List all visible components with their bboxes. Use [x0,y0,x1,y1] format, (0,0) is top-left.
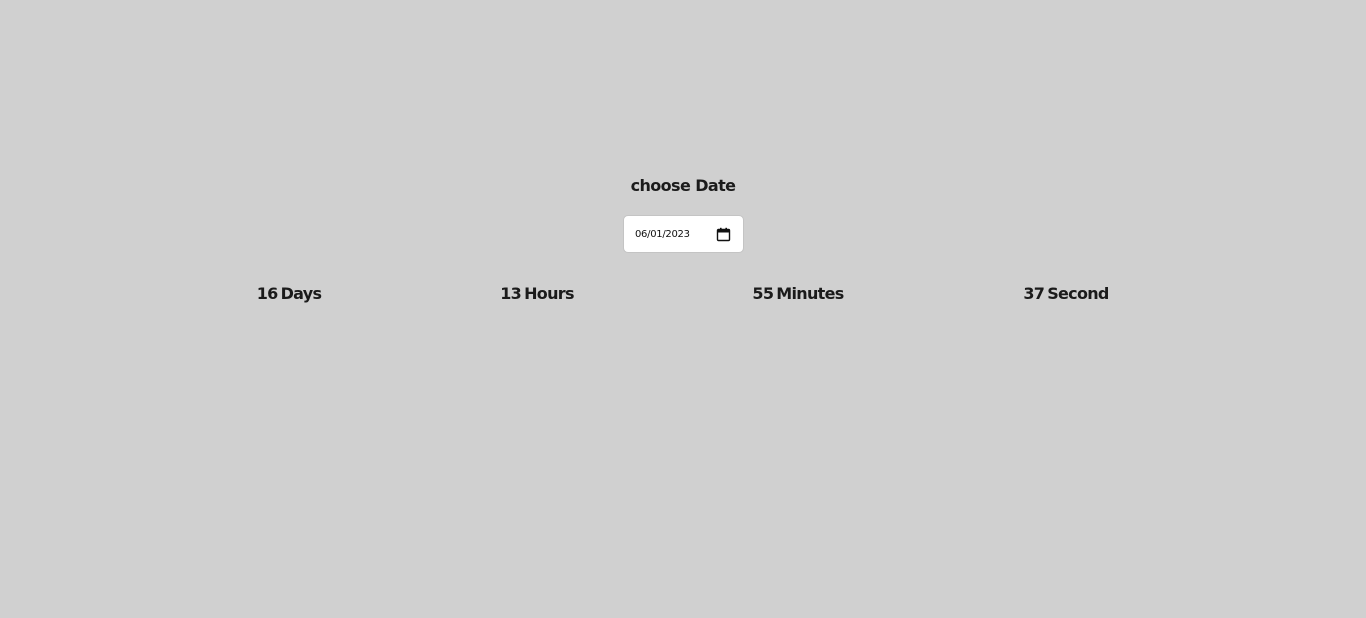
seconds-value: 37 [1023,284,1045,303]
date-input-value[interactable]: 06/01/2023 [635,229,690,240]
countdown-days: 16 Days [257,284,322,303]
days-value: 16 [256,284,279,303]
calendar-icon[interactable] [716,227,731,242]
hours-value: 13 [500,284,522,303]
date-input[interactable]: 06/01/2023 [623,215,744,253]
minutes-unit: Minutes [776,284,844,303]
countdown-minutes: 55 Minutes [752,284,844,303]
minutes-value: 55 [752,284,774,303]
days-unit: Days [280,284,322,303]
choose-date-heading: choose Date [630,176,736,195]
countdown-hours: 13 Hours [500,284,574,303]
countdown-seconds: 37 Second [1023,284,1109,303]
seconds-unit: Second [1047,284,1109,303]
hours-unit: Hours [524,284,574,303]
